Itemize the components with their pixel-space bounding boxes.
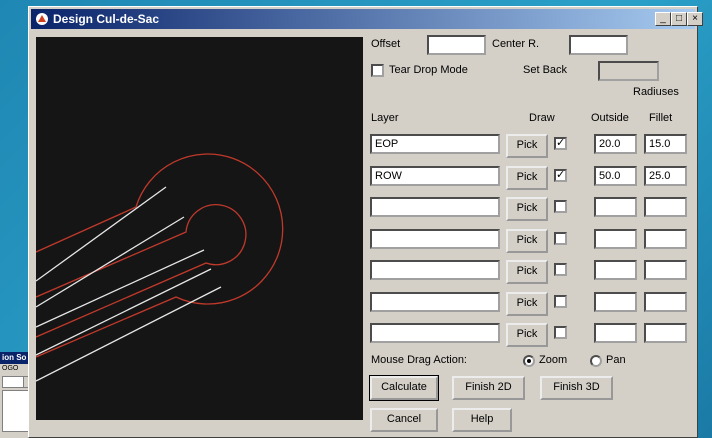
finish-3d-button[interactable]: Finish 3D — [540, 376, 613, 400]
tear-drop-checkbox[interactable] — [371, 64, 384, 77]
pick-button[interactable]: Pick — [506, 134, 548, 158]
centerline-5 — [36, 286, 222, 382]
layer-input[interactable] — [370, 166, 500, 186]
outside-radius-input[interactable] — [594, 166, 637, 186]
outside-radius-input[interactable] — [594, 323, 637, 343]
set-back-label: Set Back — [523, 64, 568, 76]
minimize-button[interactable]: _ — [655, 12, 671, 26]
fillet-radius-input[interactable] — [644, 197, 687, 217]
draw-checkbox[interactable] — [554, 200, 567, 213]
draw-checkbox[interactable] — [554, 263, 567, 276]
fillet-radius-input[interactable] — [644, 260, 687, 280]
center-r-label: Center R. — [492, 38, 540, 50]
layer-input[interactable] — [370, 134, 500, 154]
outside-header: Outside — [591, 112, 629, 124]
outside-radius-input[interactable] — [594, 229, 637, 249]
centerline-1 — [36, 249, 205, 328]
pick-button[interactable]: Pick — [506, 260, 548, 284]
draw-checkbox[interactable]: ✓ — [554, 137, 567, 150]
center-r-input[interactable] — [569, 35, 628, 55]
offset-label: Offset — [371, 38, 401, 50]
outside-radius-input[interactable] — [594, 260, 637, 280]
pick-button[interactable]: Pick — [506, 323, 548, 347]
radiuses-header: Radiuses — [633, 86, 679, 98]
layer-input[interactable] — [370, 260, 500, 280]
help-button[interactable]: Help — [452, 408, 512, 432]
layer-input[interactable] — [370, 292, 500, 312]
outside-radius-input[interactable] — [594, 134, 637, 154]
calculate-button[interactable]: Calculate — [369, 375, 439, 401]
pick-button[interactable]: Pick — [506, 229, 548, 253]
tear-drop-label[interactable]: Tear Drop Mode — [389, 64, 468, 76]
draw-checkbox[interactable]: ✓ — [554, 169, 567, 182]
drawing-canvas[interactable] — [36, 37, 363, 420]
fillet-radius-input[interactable] — [644, 134, 687, 154]
pick-button[interactable]: Pick — [506, 166, 548, 190]
zoom-radio[interactable] — [523, 355, 535, 367]
fillet-radius-input[interactable] — [644, 323, 687, 343]
maximize-button[interactable]: □ — [671, 12, 687, 26]
cancel-button[interactable]: Cancel — [370, 408, 438, 432]
title-bar: Design Cul-de-Sac _ □ × — [31, 9, 703, 29]
pan-label[interactable]: Pan — [606, 354, 626, 366]
layer-input[interactable] — [370, 197, 500, 217]
layer-input[interactable] — [370, 323, 500, 343]
fillet-header: Fillet — [649, 112, 673, 124]
draw-checkbox[interactable] — [554, 232, 567, 245]
outside-radius-input[interactable] — [594, 197, 637, 217]
fillet-radius-input[interactable] — [644, 166, 687, 186]
app-icon — [36, 13, 48, 25]
offset-input[interactable] — [427, 35, 486, 55]
layer-header: Layer — [371, 112, 399, 124]
mouse-drag-label: Mouse Drag Action: — [371, 354, 467, 366]
row-outer-boundary — [36, 153, 284, 358]
pick-button[interactable]: Pick — [506, 197, 548, 221]
layer-input[interactable] — [370, 229, 500, 249]
zoom-label[interactable]: Zoom — [539, 354, 567, 366]
outside-radius-input[interactable] — [594, 292, 637, 312]
draw-header: Draw — [529, 112, 555, 124]
draw-checkbox[interactable] — [554, 326, 567, 339]
fillet-radius-input[interactable] — [644, 292, 687, 312]
eop-inner-boundary — [36, 204, 247, 338]
centerline-4 — [36, 268, 212, 356]
set-back-input[interactable] — [598, 61, 659, 81]
cul-de-sac-dialog: Design Cul-de-Sac _ □ × Offset Center R.… — [28, 6, 703, 438]
close-button[interactable]: × — [687, 12, 703, 26]
pan-radio[interactable] — [590, 355, 602, 367]
cul-de-sac-drawing — [36, 153, 284, 382]
window-title: Design Cul-de-Sac — [53, 12, 160, 26]
draw-checkbox[interactable] — [554, 295, 567, 308]
finish-2d-button[interactable]: Finish 2D — [452, 376, 525, 400]
fillet-radius-input[interactable] — [644, 229, 687, 249]
pick-button[interactable]: Pick — [506, 292, 548, 316]
